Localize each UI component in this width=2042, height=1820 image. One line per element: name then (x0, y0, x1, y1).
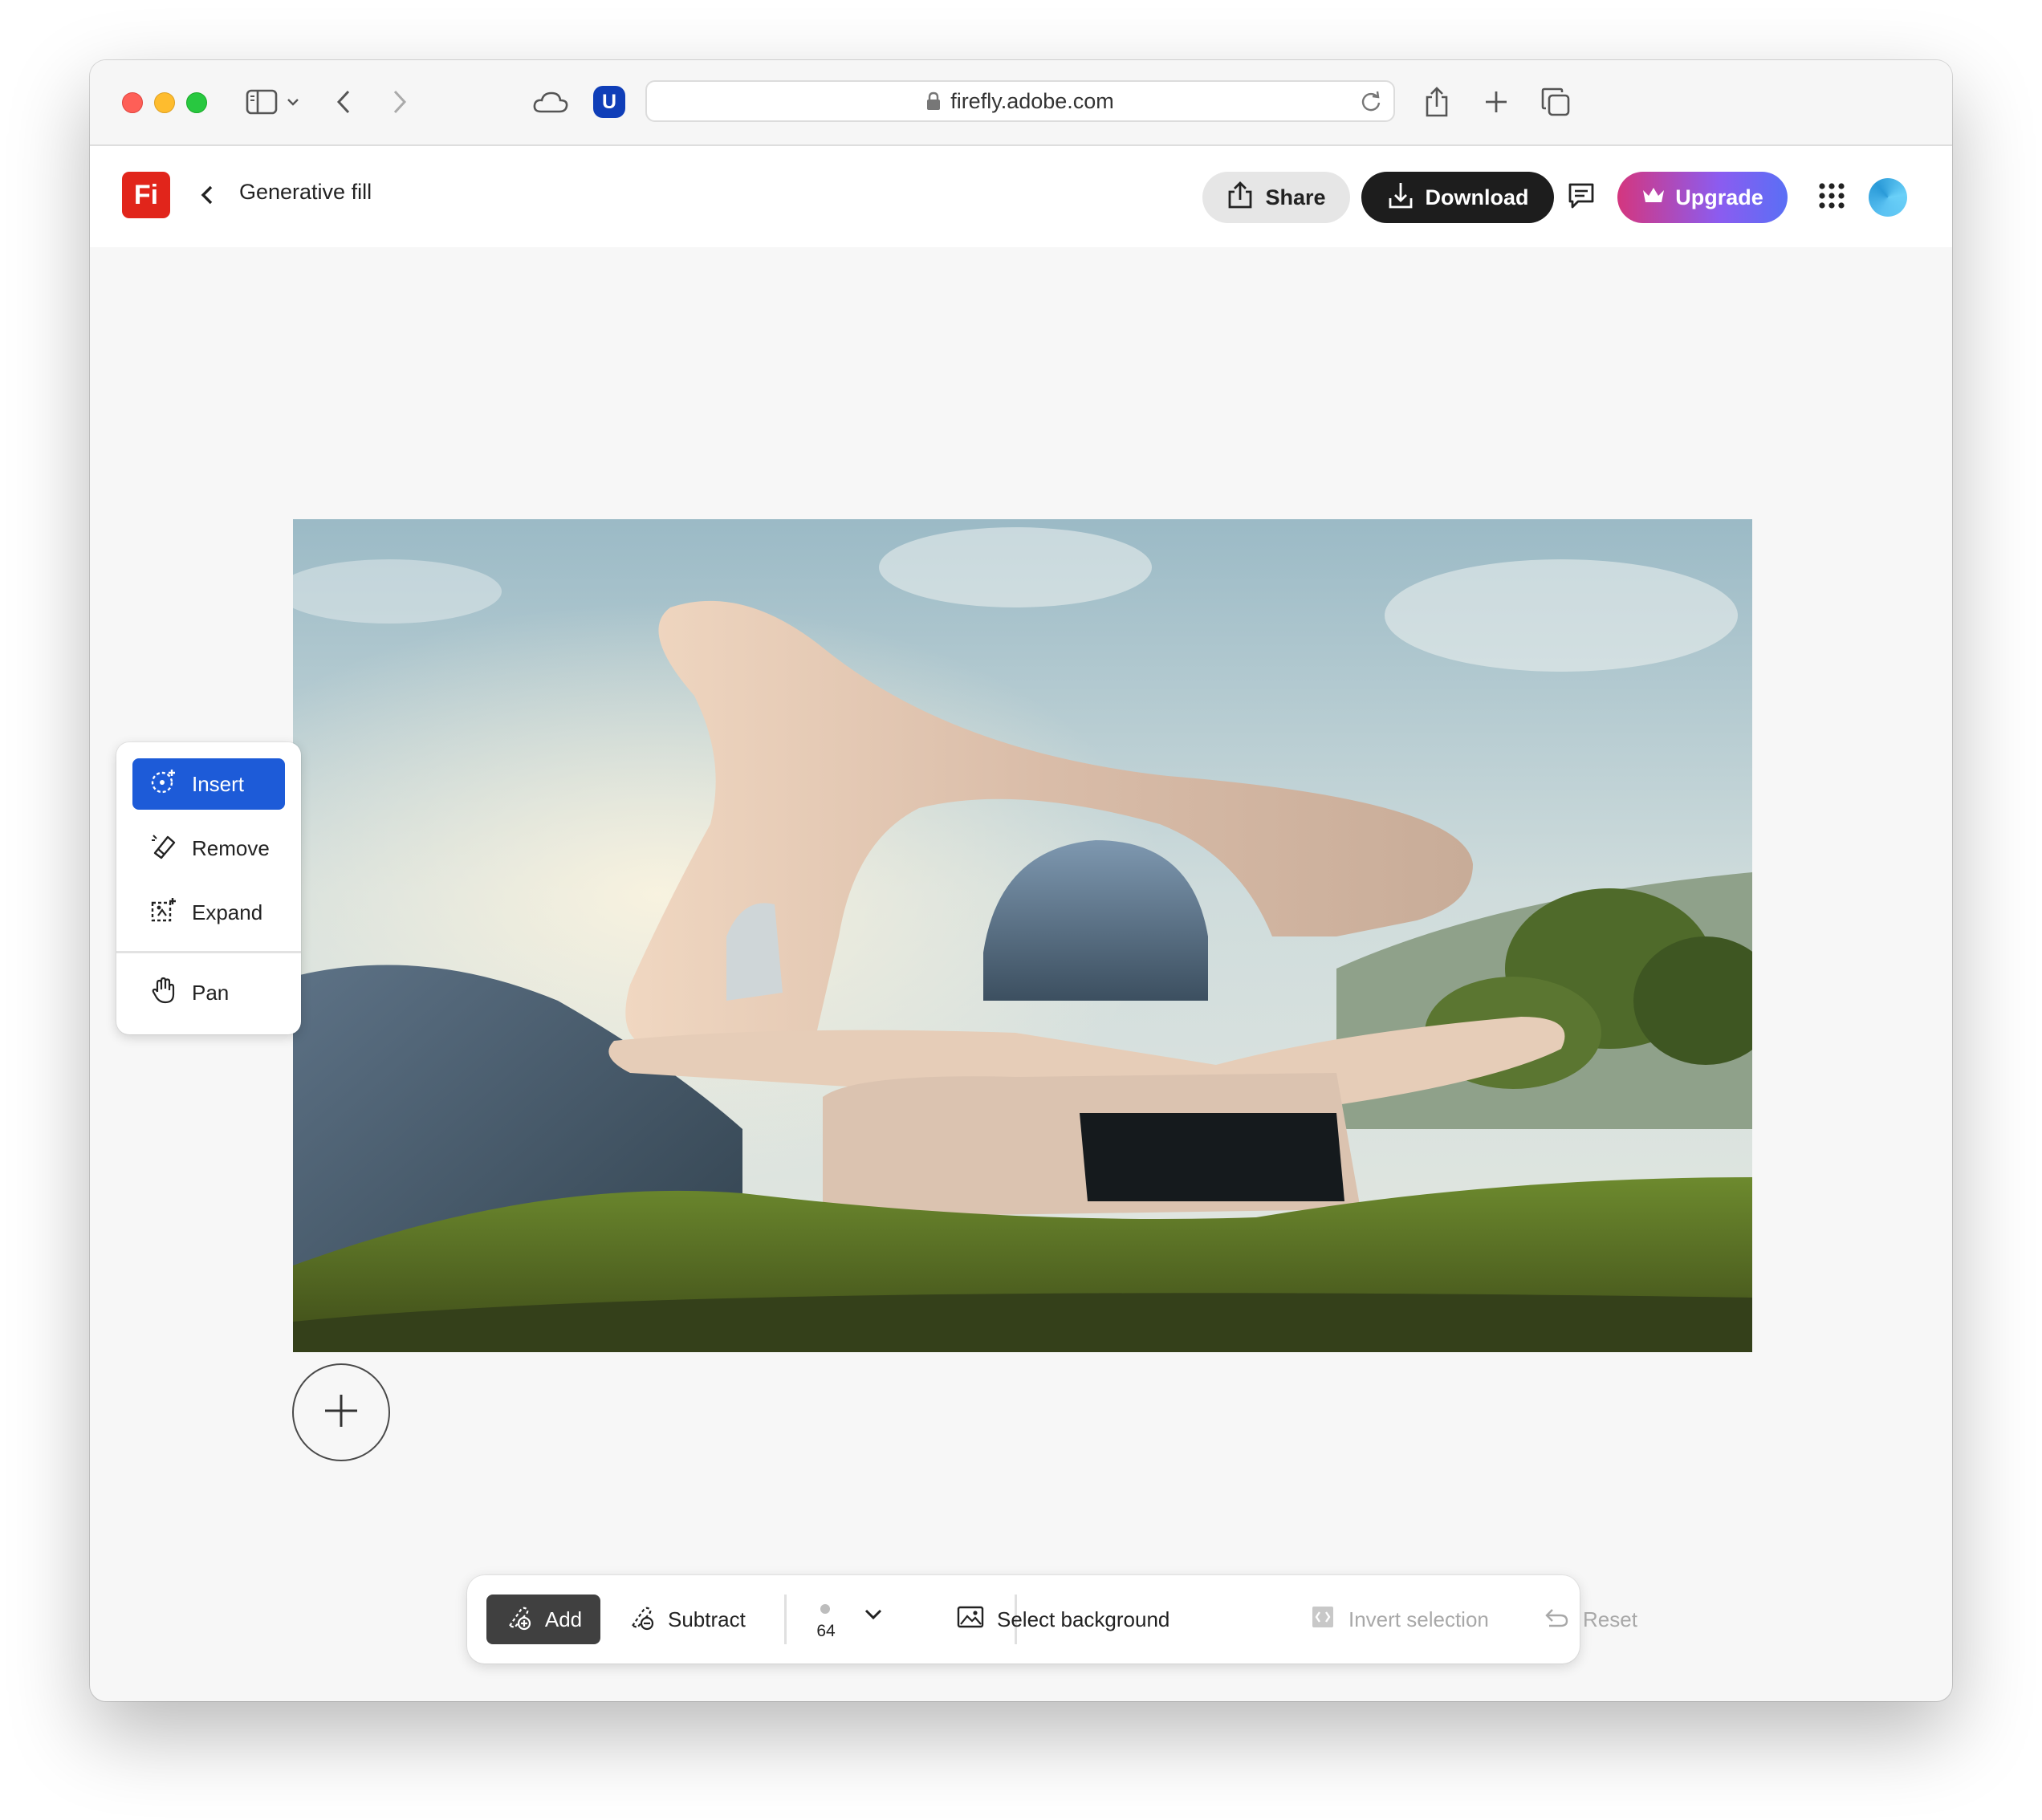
share-button[interactable]: Share (1202, 172, 1350, 223)
download-button[interactable]: Download (1361, 172, 1554, 223)
zoom-window-button[interactable] (186, 92, 207, 113)
browser-window: U firefly.adobe.com Fi Generative fill S… (90, 60, 1952, 1701)
select-background-label: Select background (997, 1607, 1170, 1631)
upload-icon (1226, 181, 1254, 215)
subtract-brush-icon (628, 1603, 655, 1636)
subtract-selection-button[interactable]: Subtract (628, 1595, 746, 1644)
tool-expand[interactable]: Expand (132, 887, 285, 938)
download-label: Download (1425, 185, 1529, 209)
forward-nav-icon[interactable] (379, 81, 421, 123)
tool-insert-label: Insert (192, 771, 245, 796)
toolbar-divider (784, 1595, 787, 1644)
back-arrow-icon[interactable] (198, 182, 216, 212)
image-icon (957, 1605, 984, 1635)
new-tab-icon[interactable] (1475, 81, 1517, 123)
reset-label: Reset (1583, 1607, 1637, 1631)
add-image-button[interactable] (292, 1363, 390, 1461)
share-page-icon[interactable] (1416, 81, 1458, 123)
expand-icon (150, 896, 177, 929)
share-label: Share (1265, 185, 1326, 209)
tool-expand-label: Expand (192, 900, 263, 924)
hand-icon (150, 977, 177, 1010)
tool-pan-label: Pan (192, 980, 230, 1005)
reset-button[interactable]: Reset (1543, 1595, 1637, 1644)
sidebar-toggle-icon[interactable] (241, 81, 283, 123)
tab-overview-icon[interactable] (1535, 81, 1576, 123)
subtract-label: Subtract (668, 1607, 746, 1631)
add-label: Add (544, 1607, 583, 1631)
lock-icon (926, 91, 941, 111)
extension-shield-icon[interactable]: U (593, 86, 625, 118)
tool-pan[interactable]: Pan (132, 967, 285, 1018)
address-bar[interactable]: firefly.adobe.com (645, 80, 1395, 122)
select-background-button[interactable]: Select background (957, 1595, 1169, 1644)
upgrade-button[interactable]: Upgrade (1617, 172, 1788, 223)
comment-icon[interactable] (1567, 181, 1596, 214)
tool-insert[interactable]: Insert (132, 758, 285, 810)
download-icon (1387, 181, 1414, 215)
minimize-window-button[interactable] (154, 92, 175, 113)
close-window-button[interactable] (122, 92, 143, 113)
browser-toolbar: U firefly.adobe.com (90, 60, 1952, 146)
eraser-icon (150, 832, 177, 865)
chevron-down-icon[interactable] (281, 81, 305, 123)
tool-remove-label: Remove (192, 835, 270, 860)
undo-icon (1543, 1606, 1570, 1634)
canvas-image[interactable] (293, 519, 1752, 1352)
reload-icon[interactable] (1360, 90, 1382, 118)
plus-icon (323, 1393, 359, 1432)
upgrade-label: Upgrade (1675, 185, 1763, 209)
firefly-logo[interactable]: Fi (122, 172, 170, 218)
brush-size-dot (820, 1604, 830, 1614)
page-title: Generative fill (239, 180, 372, 204)
brush-size-value[interactable]: 64 (806, 1622, 846, 1641)
brush-size-chevron-icon[interactable] (864, 1607, 883, 1624)
invert-selection-label: Invert selection (1348, 1607, 1489, 1631)
cloud-icon[interactable] (527, 81, 575, 123)
url-text: firefly.adobe.com (950, 88, 1114, 113)
back-nav-icon[interactable] (323, 81, 364, 123)
avatar[interactable] (1869, 178, 1907, 217)
insert-icon (150, 768, 177, 801)
tool-divider (116, 951, 301, 953)
add-selection-button[interactable]: Add (486, 1595, 600, 1644)
selection-toolbar: Add Subtract 64 Select background Invert… (467, 1575, 1637, 1664)
crown-icon (1641, 185, 1666, 210)
add-brush-icon (505, 1603, 532, 1636)
app-grid-icon[interactable] (1817, 181, 1846, 214)
app-header: Fi Generative fill Share Download Upgrad… (90, 146, 1952, 247)
tool-panel: Insert Remove Expand Pan (116, 742, 301, 1034)
tool-remove[interactable]: Remove (132, 823, 285, 874)
invert-selection-button[interactable]: Invert selection (1310, 1595, 1489, 1644)
invert-selection-icon (1310, 1604, 1336, 1635)
